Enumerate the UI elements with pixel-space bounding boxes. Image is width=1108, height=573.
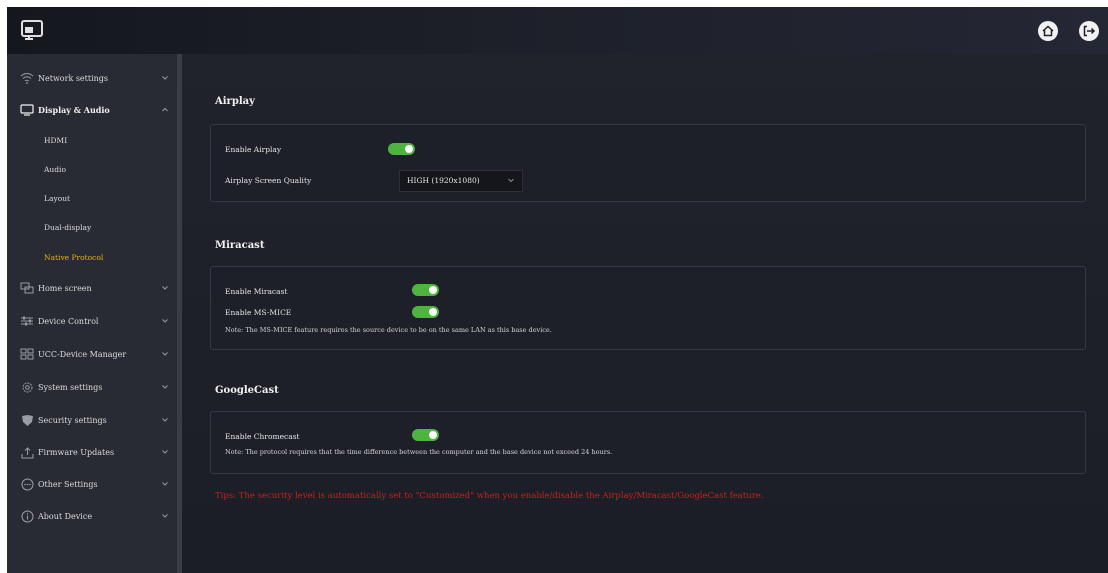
- sidebar-item-label: UCC-Device Manager: [38, 349, 127, 359]
- sidebar-item-other-settings[interactable]: Other Settings: [7, 468, 177, 500]
- sidebar-subitem-label: Audio: [44, 164, 66, 174]
- airplay-quality-select[interactable]: HIGH (1920x1080): [399, 170, 523, 192]
- miracast-card: Enable Miracast Enable MS-MICE Note: The…: [210, 266, 1086, 350]
- sidebar-item-home-screen[interactable]: Home screen: [7, 272, 177, 304]
- sidebar: Network settings Display & Audio HDMI Au…: [7, 54, 177, 573]
- sidebar-item-display-audio[interactable]: Display & Audio: [7, 94, 177, 126]
- chevron-up-icon: [162, 107, 168, 112]
- top-bar: [7, 7, 1108, 54]
- info-icon: [20, 509, 34, 523]
- screen-cast-icon[interactable]: [21, 20, 43, 40]
- sidebar-item-about-device[interactable]: About Device: [7, 500, 177, 532]
- chevron-down-icon: [162, 286, 168, 290]
- sidebar-item-label: Network settings: [38, 73, 109, 83]
- sidebar-item-label: Security settings: [38, 415, 107, 425]
- sidebar-subitem-layout[interactable]: Layout: [7, 184, 177, 212]
- msmice-note: Note: The MS-MICE feature requires the s…: [225, 326, 552, 334]
- enable-airplay-label: Enable Airplay: [225, 145, 282, 154]
- chevron-down-icon: [508, 178, 514, 183]
- sidebar-subitem-native-protocol[interactable]: Native Protocol: [7, 243, 177, 271]
- airplay-quality-label: Airplay Screen Quality: [225, 176, 312, 185]
- googlecast-section-title: GoogleCast: [215, 385, 279, 396]
- tips-text: Tips: The security level is automaticall…: [215, 491, 764, 501]
- shield-icon: [20, 413, 34, 427]
- sidebar-item-label: Other Settings: [38, 479, 98, 489]
- chevron-down-icon: [162, 319, 168, 323]
- sidebar-item-label: System settings: [38, 382, 103, 392]
- chevron-down-icon: [162, 482, 168, 486]
- upload-icon: [20, 445, 34, 459]
- logout-icon[interactable]: [1078, 20, 1100, 42]
- windows-icon: [20, 281, 34, 295]
- sliders-icon: [20, 314, 34, 328]
- airplay-quality-value: HIGH (1920x1080): [407, 176, 480, 185]
- enable-msmice-toggle[interactable]: [412, 306, 439, 318]
- gear-icon: [20, 380, 34, 394]
- sidebar-item-ucc-device-manager[interactable]: UCC-Device Manager: [7, 338, 177, 370]
- sidebar-item-label: Firmware Updates: [38, 447, 115, 457]
- enable-chromecast-toggle[interactable]: [412, 429, 439, 441]
- chromecast-note: Note: The protocol requires that the tim…: [225, 448, 613, 456]
- wifi-icon: [20, 71, 34, 85]
- chevron-down-icon: [162, 76, 168, 80]
- enable-chromecast-label: Enable Chromecast: [225, 432, 300, 441]
- chevron-down-icon: [162, 385, 168, 389]
- sidebar-item-security-settings[interactable]: Security settings: [7, 404, 177, 436]
- enable-miracast-toggle[interactable]: [412, 284, 439, 296]
- sidebar-item-label: Home screen: [38, 283, 92, 293]
- sidebar-subitem-label: HDMI: [44, 135, 68, 145]
- app-window: Network settings Display & Audio HDMI Au…: [7, 7, 1108, 573]
- googlecast-card: Enable Chromecast Note: The protocol req…: [210, 411, 1086, 474]
- chevron-down-icon: [162, 352, 168, 356]
- sidebar-item-label: About Device: [38, 511, 93, 521]
- chevron-down-icon: [162, 514, 168, 518]
- sidebar-subitem-label: Layout: [44, 193, 71, 203]
- enable-airplay-toggle[interactable]: [388, 143, 415, 155]
- monitor-icon: [20, 103, 34, 117]
- sidebar-item-label: Device Control: [38, 316, 99, 326]
- chevron-down-icon: [162, 450, 168, 454]
- sidebar-item-device-control[interactable]: Device Control: [7, 305, 177, 337]
- sidebar-subitem-hdmi[interactable]: HDMI: [7, 126, 177, 154]
- sidebar-subitem-audio[interactable]: Audio: [7, 155, 177, 183]
- chevron-down-icon: [162, 418, 168, 422]
- sidebar-item-network-settings[interactable]: Network settings: [7, 62, 177, 94]
- sidebar-subitem-dual-display[interactable]: Dual-display: [7, 213, 177, 241]
- devices-icon: [20, 347, 34, 361]
- main-content: Airplay Enable Airplay Airplay Screen Qu…: [182, 54, 1108, 573]
- enable-msmice-label: Enable MS-MICE: [225, 308, 292, 317]
- enable-miracast-label: Enable Miracast: [225, 287, 288, 296]
- airplay-card: Enable Airplay Airplay Screen Quality HI…: [210, 124, 1086, 202]
- sidebar-item-firmware-updates[interactable]: Firmware Updates: [7, 436, 177, 468]
- sidebar-subitem-label: Dual-display: [44, 222, 92, 232]
- sidebar-item-label: Display & Audio: [38, 105, 110, 115]
- airplay-section-title: Airplay: [215, 96, 255, 107]
- more-icon: [20, 477, 34, 491]
- sidebar-subitem-label: Native Protocol: [44, 252, 104, 262]
- sidebar-item-system-settings[interactable]: System settings: [7, 371, 177, 403]
- home-icon[interactable]: [1037, 20, 1059, 42]
- miracast-section-title: Miracast: [215, 240, 265, 251]
